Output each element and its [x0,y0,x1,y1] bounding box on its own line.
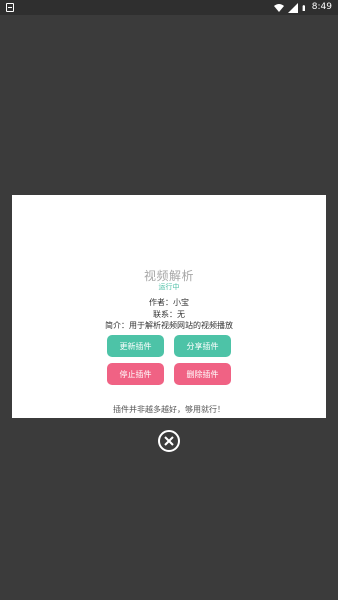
status-right-group: 8:49 [273,1,332,14]
wifi-icon [273,3,284,12]
delete-plugin-button[interactable]: 删除插件 [174,363,231,385]
stop-plugin-button[interactable]: 停止插件 [107,363,164,385]
battery-icon [302,4,305,11]
plugin-intro: 简介：用于解析视频网站的视频播放 [105,321,233,330]
plugin-dialog: 视频解析 运行中 作者：小宝 联系：无 简介：用于解析视频网站的视频播放 更新插… [12,195,326,418]
close-button[interactable] [158,430,180,452]
signal-icon [287,2,298,13]
status-bar: 8:49 [0,0,338,15]
close-circle-icon [164,436,174,446]
status-time: 8:49 [311,2,332,12]
notification-icon [6,3,14,12]
update-plugin-button[interactable]: 更新插件 [107,335,164,357]
share-plugin-button[interactable]: 分享插件 [174,335,231,357]
footer-note: 插件并非越多越好，够用就行！ [113,405,225,414]
plugin-author: 作者：小宝 [149,298,189,307]
plugin-status-badge: 运行中 [158,283,180,291]
app-screen: 8:49 视频解析 运行中 作者：小宝 联系：无 简介：用于解析视频网站的视频播… [0,0,338,600]
plugin-contact: 联系：无 [153,310,185,319]
